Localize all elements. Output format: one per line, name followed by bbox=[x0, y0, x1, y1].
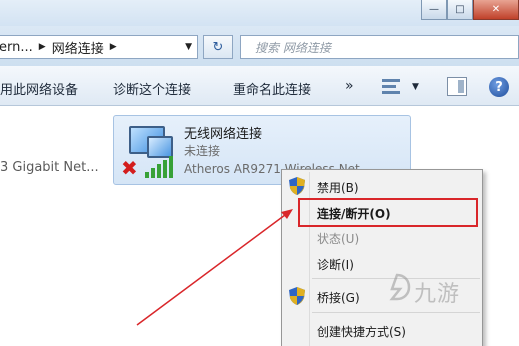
menu-item-bridge[interactable]: 桥接(G) bbox=[317, 289, 360, 306]
view-options-dropdown-icon[interactable]: ▼ bbox=[412, 82, 419, 92]
uac-shield-icon bbox=[289, 177, 305, 195]
command-bar: 用此网络设备 诊断这个连接 重命名此连接 » ▼ ? bbox=[0, 66, 519, 106]
menu-item-connect-disconnect[interactable]: 连接/断开(O) bbox=[317, 205, 391, 222]
address-bar[interactable]: ern... ▶ 网络连接 ▶ ▼ bbox=[0, 35, 198, 59]
address-row: ern... ▶ 网络连接 ▶ ▼ ↻ 搜索 网络连接 bbox=[0, 26, 519, 66]
menu-item-diagnose[interactable]: 诊断(I) bbox=[317, 256, 354, 273]
uac-shield-icon bbox=[289, 287, 305, 305]
disconnected-x-icon: ✖ bbox=[121, 156, 138, 180]
breadcrumb-parent[interactable]: ern... bbox=[0, 40, 33, 55]
connection-name: 无线网络连接 bbox=[184, 127, 263, 142]
menu-item-create-shortcut[interactable]: 创建快捷方式(S) bbox=[317, 323, 406, 340]
more-commands-button[interactable]: » bbox=[345, 78, 354, 94]
minimize-button[interactable]: — bbox=[421, 0, 447, 20]
signal-bars-icon bbox=[145, 156, 175, 178]
watermark-text: 九游 bbox=[414, 282, 461, 307]
close-button[interactable]: ✕ bbox=[473, 0, 519, 20]
diagnose-connection-button[interactable]: 诊断这个连接 bbox=[113, 79, 191, 98]
disable-device-button[interactable]: 用此网络设备 bbox=[0, 79, 78, 98]
address-history-dropdown-icon[interactable]: ▼ bbox=[185, 42, 192, 52]
menu-item-status: 状态(U) bbox=[317, 232, 360, 246]
connection-status: 未连接 bbox=[184, 144, 221, 158]
breadcrumb-current[interactable]: 网络连接 bbox=[52, 38, 104, 57]
rename-connection-button[interactable]: 重命名此连接 bbox=[233, 79, 311, 98]
change-view-icon[interactable] bbox=[382, 79, 400, 94]
network-adapter-icon: ✖ bbox=[121, 122, 179, 180]
menu-separator bbox=[312, 312, 480, 313]
refresh-button[interactable]: ↻ bbox=[203, 35, 233, 59]
preview-pane-icon[interactable] bbox=[447, 77, 467, 96]
menu-item-disable[interactable]: 禁用(B) bbox=[317, 179, 359, 196]
ethernet-connection-item[interactable]: 3 Gigabit Net... bbox=[0, 160, 99, 175]
search-input[interactable]: 搜索 网络连接 bbox=[240, 35, 519, 59]
window-controls: — □ ✕ bbox=[421, 0, 519, 22]
breadcrumb-separator-icon[interactable]: ▶ bbox=[39, 42, 46, 52]
context-menu: 禁用(B) 连接/断开(O) 状态(U) 诊断(I) 桥接(G) 创建快捷方式(… bbox=[281, 169, 483, 346]
maximize-button[interactable]: □ bbox=[447, 0, 473, 20]
watermark-logo-icon bbox=[389, 273, 411, 301]
refresh-icon: ↻ bbox=[212, 39, 224, 55]
help-icon[interactable]: ? bbox=[489, 77, 509, 97]
search-placeholder: 搜索 网络连接 bbox=[255, 40, 331, 55]
breadcrumb-separator-icon[interactable]: ▶ bbox=[110, 42, 117, 52]
title-bar: — □ ✕ bbox=[0, 0, 519, 26]
